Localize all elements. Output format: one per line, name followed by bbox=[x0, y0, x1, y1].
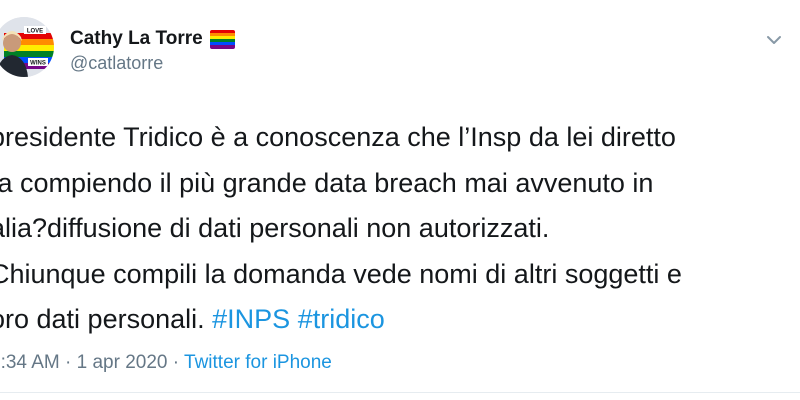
tweet-source-link[interactable]: Twitter for iPhone bbox=[184, 352, 332, 373]
meta-separator: · bbox=[167, 352, 185, 373]
tweet-line-last: oro dati personali. #INPS #tridico bbox=[0, 297, 800, 343]
avatar[interactable]: LOVE WINS bbox=[0, 17, 54, 77]
hashtag-tridico[interactable]: #tridico bbox=[298, 304, 385, 334]
tweet-date[interactable]: 1 apr 2020 bbox=[77, 352, 168, 373]
author-handle[interactable]: @catlatorre bbox=[70, 53, 163, 74]
avatar-image: LOVE WINS bbox=[0, 17, 54, 77]
svg-text:WINS: WINS bbox=[30, 61, 46, 67]
tweet-text: presidente Tridico è a conoscenza che l’… bbox=[0, 115, 800, 343]
tweet-line: presidente Tridico è a conoscenza che l’… bbox=[0, 122, 676, 152]
tweet-line: ta compiendo il più grande data breach m… bbox=[0, 167, 654, 198]
author-name[interactable]: Cathy La Torre bbox=[70, 28, 203, 50]
divider bbox=[0, 392, 800, 393]
tweet-line: alia?diffusione di dati personali non au… bbox=[0, 213, 550, 243]
author-name-row: Cathy La Torre bbox=[70, 26, 235, 52]
chevron-down-icon[interactable] bbox=[760, 26, 788, 54]
rainbow-flag-emoji bbox=[209, 29, 235, 49]
meta-separator: · bbox=[59, 352, 77, 373]
tweet-line-text: oro dati personali. bbox=[0, 304, 213, 334]
tweet-meta: 1:34 AM · 1 apr 2020 · Twitter for iPhon… bbox=[0, 352, 332, 374]
svg-text:LOVE: LOVE bbox=[27, 29, 43, 35]
tweet-line: Chiunque compili la domanda vede nomi di… bbox=[0, 258, 682, 289]
tweet-time[interactable]: 1:34 AM bbox=[0, 352, 60, 373]
hashtag-inps[interactable]: #INPS bbox=[212, 304, 290, 334]
